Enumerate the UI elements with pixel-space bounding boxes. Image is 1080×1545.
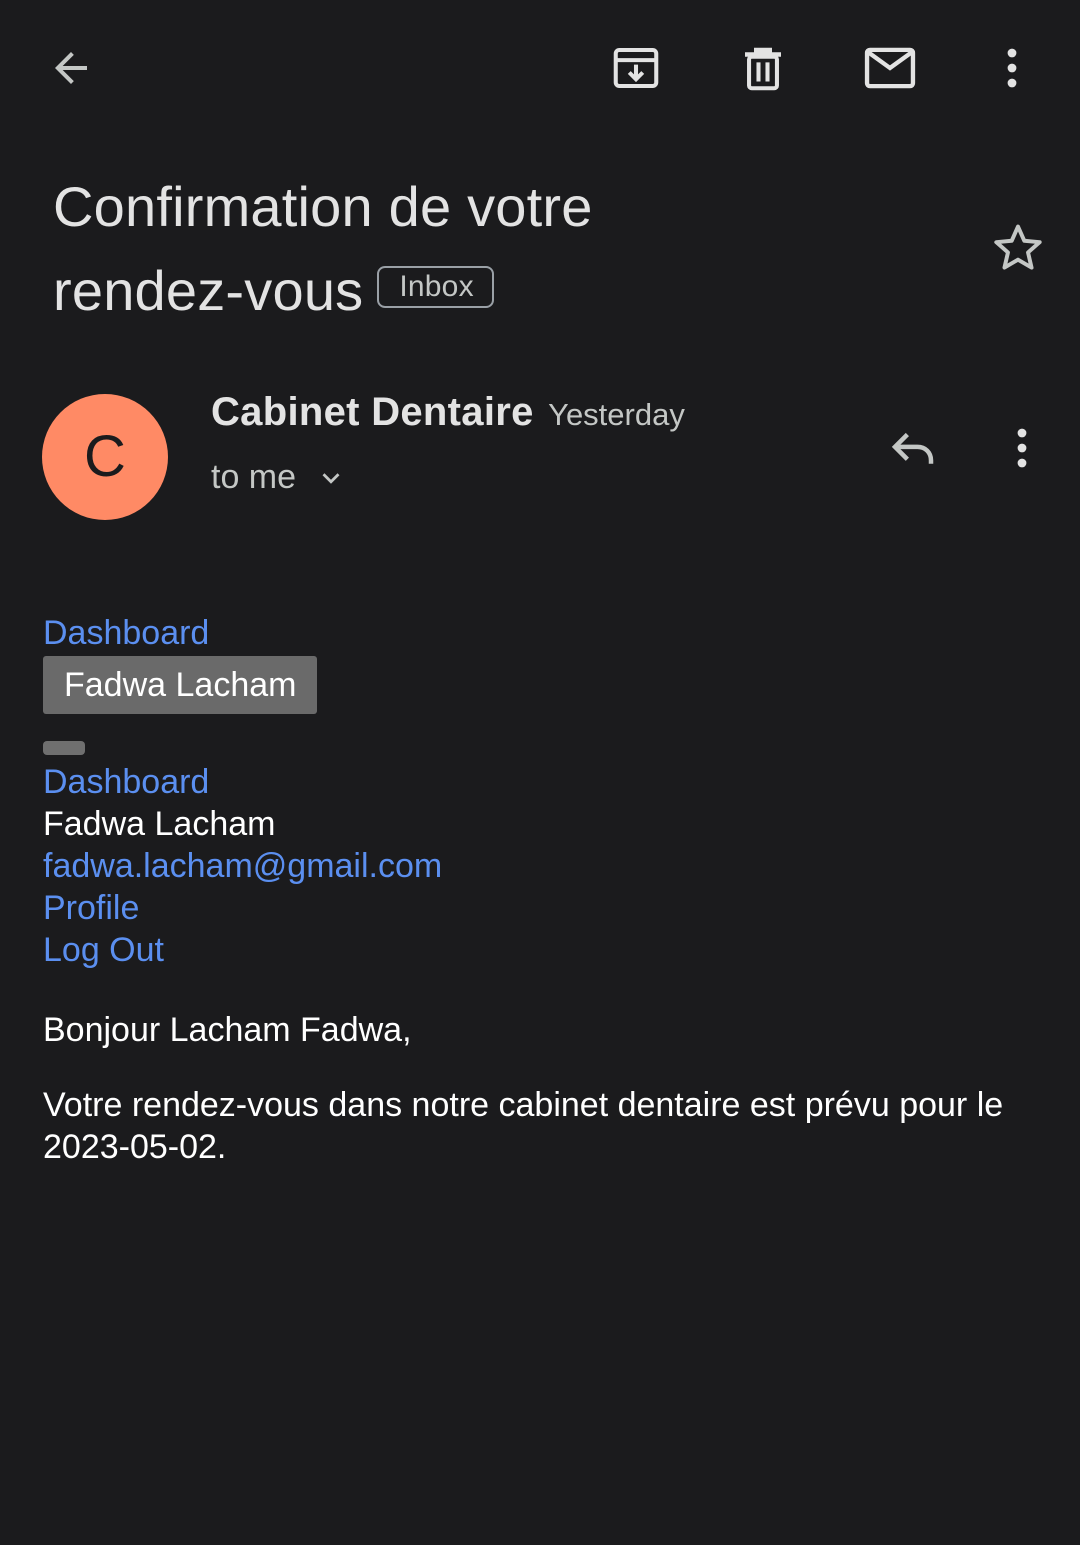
user-name-text: Fadwa Lacham: [43, 805, 276, 843]
email-subject: Confirmation de votre rendez-vous Inbox: [53, 165, 953, 333]
more-vert-icon: [1017, 428, 1027, 468]
recipient-toggle[interactable]: to me: [211, 458, 346, 497]
logout-link[interactable]: Log Out: [43, 929, 1043, 971]
dashboard-link[interactable]: Dashboard: [43, 612, 1043, 654]
more-options-button[interactable]: [972, 28, 1052, 108]
message-more-button[interactable]: [982, 408, 1062, 488]
appointment-paragraph: Votre rendez-vous dans notre cabinet den…: [43, 1086, 1004, 1166]
back-arrow-icon: [55, 52, 87, 84]
recipient-text: to me: [211, 458, 297, 496]
subject-line-2: rendez-vous Inbox: [53, 249, 953, 333]
subject-line-1: Confirmation de votre: [53, 175, 593, 238]
mail-icon: [864, 47, 916, 89]
avatar-letter: C: [84, 424, 126, 489]
user-name-chip[interactable]: Fadwa Lacham: [43, 656, 318, 714]
archive-icon: [613, 47, 659, 89]
menu-toggle-bar[interactable]: [43, 741, 85, 755]
more-vert-icon: [1007, 48, 1017, 88]
message-body: Dashboard Fadwa Lacham Dashboard Fadwa L…: [43, 612, 1043, 1168]
greeting-text: Bonjour Lacham Fadwa,: [43, 1011, 412, 1049]
reply-button[interactable]: [873, 408, 953, 488]
dashboard-link-2[interactable]: Dashboard: [43, 761, 1043, 803]
reply-icon: [891, 432, 934, 464]
mark-unread-button[interactable]: [850, 28, 930, 108]
inbox-label-chip[interactable]: Inbox: [377, 266, 494, 309]
archive-button[interactable]: [596, 28, 676, 108]
message-time: Yesterday: [548, 397, 685, 432]
subject-line-2-text: rendez-vous: [53, 259, 364, 322]
sender-name[interactable]: Cabinet Dentaire: [211, 390, 534, 434]
top-app-bar: [0, 0, 1080, 135]
sender-line: Cabinet Dentaire Yesterday: [211, 390, 685, 435]
star-outline-icon: [994, 224, 1042, 270]
email-link[interactable]: fadwa.lacham@gmail.com: [43, 845, 1043, 887]
sender-avatar[interactable]: C: [42, 394, 168, 520]
delete-icon: [745, 47, 781, 91]
profile-link[interactable]: Profile: [43, 887, 1043, 929]
delete-button[interactable]: [723, 28, 803, 108]
star-button[interactable]: [978, 208, 1058, 288]
chevron-down-icon: [322, 472, 340, 484]
back-button[interactable]: [31, 28, 111, 108]
